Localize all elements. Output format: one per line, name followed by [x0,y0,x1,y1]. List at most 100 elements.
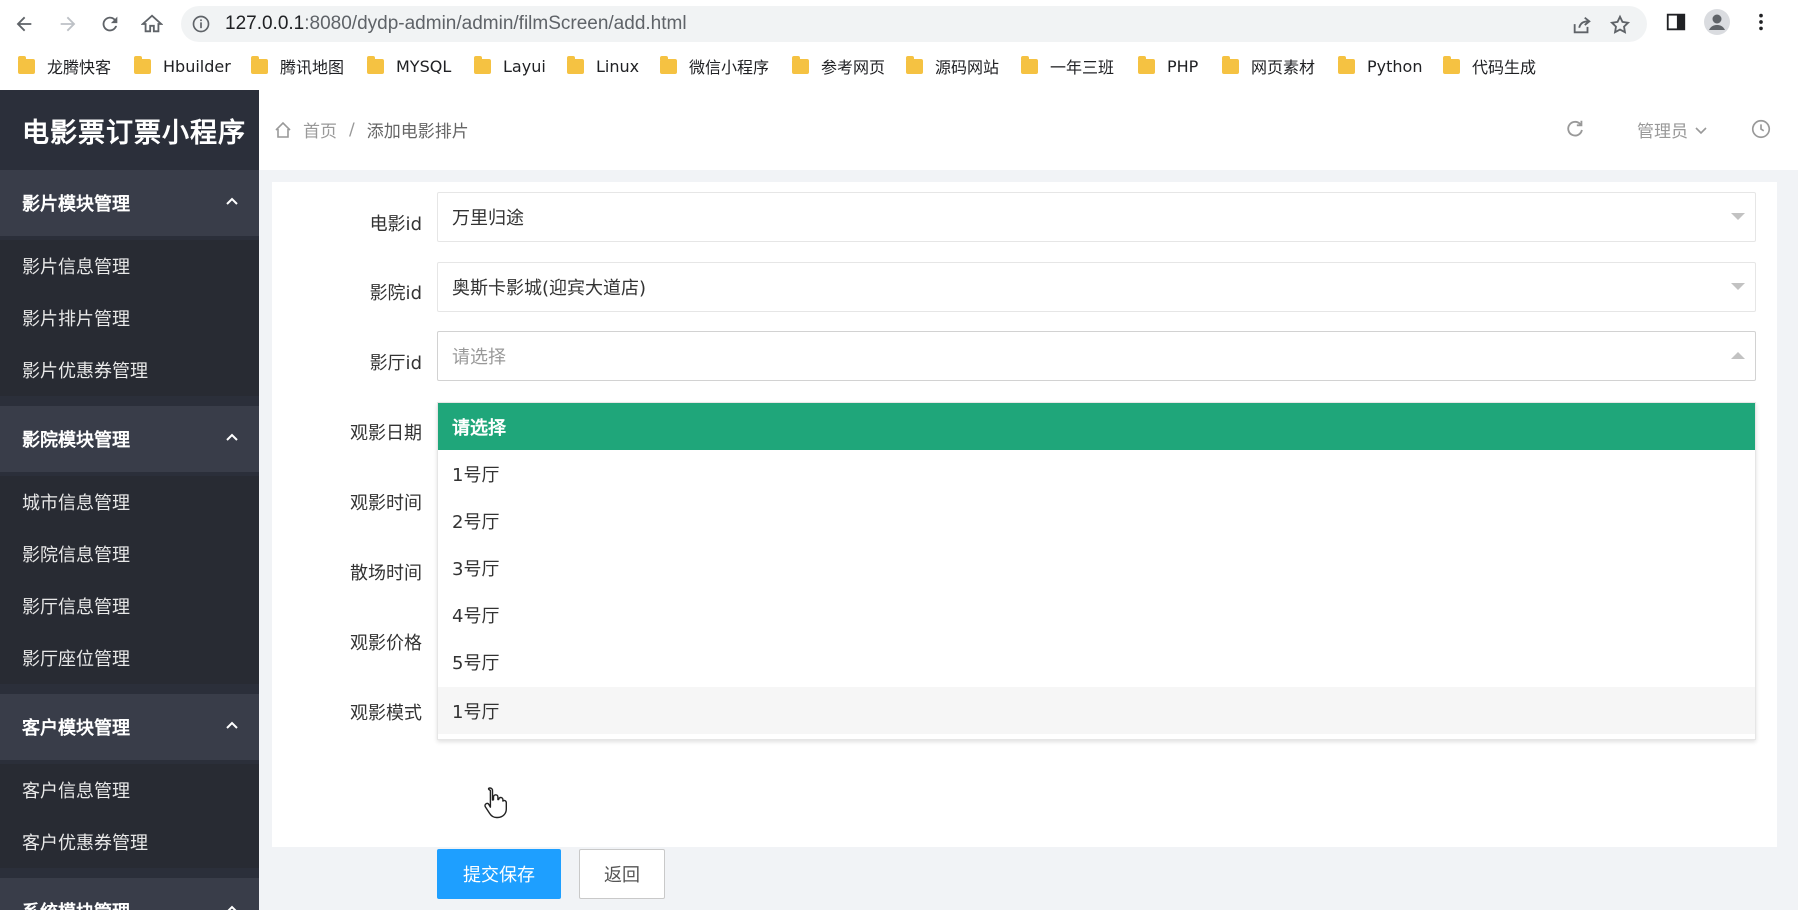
arrow-right-icon [60,16,76,32]
arrow-left-icon [16,16,32,32]
label-film-id: 电影id [369,214,422,235]
folder-icon [367,55,384,74]
address-bar[interactable]: 127.0.0.1:8080/dydp-admin/admin/filmScre… [181,6,1647,42]
select-hall-id[interactable]: 请选择 [437,331,1756,381]
info-icon[interactable] [191,14,211,34]
select-cinema-id[interactable]: 奥斯卡影城(迎宾大道店) [437,262,1756,312]
browser-chrome: 127.0.0.1:8080/dydp-admin/admin/filmScre… [0,0,1798,90]
sidebar-item-hall-seat[interactable]: 影厅座位管理 [0,632,259,684]
bookmark-item[interactable]: Hbuilder [134,54,231,78]
label-mode: 观影模式 [350,703,422,724]
profile-button[interactable] [1704,9,1730,35]
avatar-icon [1704,9,1730,35]
breadcrumb-home[interactable]: 首页 [303,117,337,142]
address-bar-row: 127.0.0.1:8080/dydp-admin/admin/filmScre… [0,0,1798,46]
folder-icon [792,55,809,74]
dropdown-option[interactable]: 1号厅 [438,687,1755,734]
chevron-up-icon [226,433,238,441]
bookmark-item[interactable]: 腾讯地图 [251,54,344,78]
bookmark-item[interactable]: 参考网页 [792,54,885,78]
select-film-id[interactable]: 万里归途 [437,192,1756,242]
kebab-menu-icon [1759,13,1763,31]
side-panel-button[interactable] [1663,9,1689,35]
folder-icon [251,55,268,74]
menu-group-film[interactable]: 影片模块管理 [0,170,259,236]
bookmark-item[interactable]: Python [1338,54,1422,78]
hall-dropdown: 请选择 1号厅 2号厅 3号厅 4号厅 5号厅 1号厅 [437,402,1756,740]
sidebar-item-cinema-info[interactable]: 影院信息管理 [0,528,259,580]
form-panel: 电影id 万里归途 影院id 奥斯卡影城(迎宾大道店) 影厅id 请选择 观影日… [272,182,1777,899]
star-icon[interactable] [1609,14,1631,36]
label-price: 观影价格 [350,633,422,654]
dropdown-option[interactable]: 请选择 [438,403,1755,450]
bookmark-item[interactable]: Layui [474,54,546,78]
hand-cursor-icon [484,787,507,819]
home-button[interactable] [136,8,168,40]
caret-up-icon [1731,352,1745,359]
label-end-time: 散场时间 [350,563,422,584]
breadcrumb-separator: / [349,119,355,140]
sidebar-item-film-coupon[interactable]: 影片优惠券管理 [0,344,259,396]
home-icon [275,121,291,138]
bookmark-item[interactable]: Linux [567,54,639,78]
bookmark-item[interactable]: PHP [1138,54,1198,78]
sidebar-item-film-schedule[interactable]: 影片排片管理 [0,292,259,344]
bookmark-item[interactable]: 一年三班 [1021,54,1114,78]
forward-button[interactable] [52,8,84,40]
bookmark-item[interactable]: 龙腾快客 [18,54,111,78]
sidebar-item-customer-info[interactable]: 客户信息管理 [0,764,259,816]
back-button[interactable] [8,8,40,40]
folder-icon [906,55,923,74]
user-menu[interactable]: 管理员 [1637,117,1708,142]
folder-icon [1443,55,1460,74]
top-header: 首页 / 添加电影排片 管理员 [259,90,1798,170]
caret-down-icon [1731,283,1745,290]
menu-group-cinema[interactable]: 影院模块管理 [0,406,259,472]
reload-icon [102,16,118,32]
chevron-up-icon [226,721,238,729]
refresh-icon[interactable] [1564,118,1586,140]
menu-group-system[interactable]: 系统模块管理 [0,878,259,910]
chevron-down-icon [1695,126,1707,134]
dropdown-option[interactable]: 4号厅 [438,591,1755,638]
url-text: 127.0.0.1:8080/dydp-admin/admin/filmScre… [225,13,687,34]
label-watch-date: 观影日期 [350,423,422,444]
sidebar-item-city-info[interactable]: 城市信息管理 [0,476,259,528]
dropdown-option[interactable]: 1号厅 [438,450,1755,497]
app-container: 电影票订票小程序 影片模块管理 影片信息管理 影片排片管理 影片优惠券管理 影院… [0,90,1798,910]
dropdown-option[interactable]: 5号厅 [438,638,1755,685]
bookmark-item[interactable]: MYSQL [367,54,451,78]
submit-save-button[interactable]: 提交保存 [437,849,561,899]
app-logo: 电影票订票小程序 [0,90,259,170]
bookmark-item[interactable]: 代码生成 [1443,54,1536,78]
label-watch-time: 观影时间 [350,493,422,514]
dropdown-option[interactable]: 2号厅 [438,497,1755,544]
bookmark-item[interactable]: 微信小程序 [660,54,769,78]
folder-icon [1138,55,1155,74]
folder-icon [660,55,677,74]
reload-button[interactable] [94,8,126,40]
label-hall-id: 影厅id [369,353,422,374]
sidebar-item-hall-info[interactable]: 影厅信息管理 [0,580,259,632]
browser-menu-button[interactable] [1748,9,1774,35]
bookmarks-bar: 龙腾快客 Hbuilder 腾讯地图 MYSQL Layui Linux 微信小… [0,46,1798,86]
chevron-up-icon [227,905,237,910]
folder-icon [18,55,35,74]
folder-icon [567,55,584,74]
label-cinema-id: 影院id [369,283,422,304]
sidebar: 电影票订票小程序 影片模块管理 影片信息管理 影片排片管理 影片优惠券管理 影院… [0,90,259,910]
side-panel-icon [1666,13,1686,31]
sidebar-item-customer-coupon[interactable]: 客户优惠券管理 [0,816,259,868]
clock-icon[interactable] [1750,118,1772,140]
bookmark-item[interactable]: 源码网站 [906,54,999,78]
bookmark-item[interactable]: 网页素材 [1222,54,1315,78]
back-button[interactable]: 返回 [579,849,665,899]
share-icon[interactable] [1571,14,1593,36]
sidebar-item-film-info[interactable]: 影片信息管理 [0,240,259,292]
breadcrumb-current: 添加电影排片 [366,122,469,142]
chevron-up-icon [226,197,238,205]
folder-icon [1338,55,1355,74]
menu-group-customer[interactable]: 客户模块管理 [0,694,259,760]
caret-down-icon [1731,213,1745,220]
dropdown-option[interactable]: 3号厅 [438,544,1755,591]
